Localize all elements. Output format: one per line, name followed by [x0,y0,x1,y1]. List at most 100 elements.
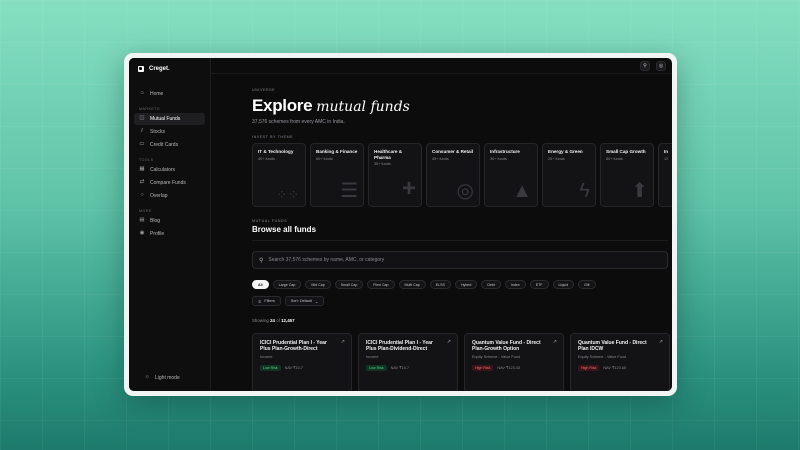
fund-card[interactable]: ↗ ICICI Prudential Plan I - Year Plus Pl… [358,333,458,391]
fund-category: Equity Scheme - Value Fund [472,354,521,359]
sidebar-item-profile[interactable]: ◉ Profile [134,228,205,240]
sort-label: Sort: Default [290,299,312,303]
fund-meta: Low Risk NAV ₹10.7 [366,364,450,371]
theme-name: Energy & Green [548,149,583,154]
list-tools: ⚟ Filters Sort: Default ⌄ [252,296,672,306]
fund-meta: Low Risk NAV ₹10.7 [260,364,344,371]
chip-elss[interactable]: ELSS [429,280,451,289]
target-icon: ◎ [456,180,474,202]
page-subtitle: 37,576 schemes from every AMC in India. [252,119,345,125]
theme-count: 40+ funds [258,156,275,161]
document-icon: ▤ [139,217,145,224]
theme-name: IT & Technology [258,149,294,154]
topbar: ⚲ ◎ [211,58,672,74]
search-button[interactable]: ⚲ [640,60,650,71]
compare-icon: ⇄ [139,179,145,186]
theme-card-partial[interactable]: In 12 [658,143,672,207]
sidebar: Creget. ⌂ Home MARKETS ◫ Mutual Funds ⫽ … [129,58,211,391]
logo-icon [138,66,144,72]
fund-card[interactable]: ↗ ICICI Prudential Plan I - Year Plus Pl… [252,333,352,391]
fund-meta: High Risk NAV ₹123.65 [578,364,662,371]
card-icon: ▭ [139,141,145,148]
chip-etf[interactable]: ETF [529,280,549,289]
fund-nav: NAV ₹123.65 [603,366,626,370]
sidebar-item-label: Stocks [150,129,166,135]
light-mode-label: Light mode [155,375,180,381]
sidebar-item-home[interactable]: ⌂ Home [134,88,205,100]
search-icon: ⚲ [259,257,264,264]
theme-count: 80+ funds [606,156,623,161]
sidebar-item-blog[interactable]: ▤ Blog [134,215,205,227]
theme-card[interactable]: Small Cap Growth 80+ funds ⬆ [600,143,654,207]
sidebar-section-markets: MARKETS [139,107,160,111]
external-arrow-icon: ↗ [340,339,345,345]
theme-name: In [664,149,669,154]
browse-title: Browse all funds [252,225,317,234]
fund-name: ICICI Prudential Plan I - Year Plus Plan… [366,340,433,353]
light-mode-toggle[interactable]: ☼ Light mode [139,372,185,384]
sidebar-item-credit-cards[interactable]: ▭ Credit Cards [134,139,205,151]
sidebar-item-label: Home [150,91,164,97]
theme-card[interactable]: Energy & Green 25+ funds ϟ [542,143,596,207]
grid-dots-icon: ⁘⁘ [276,187,300,202]
main-panel: ⚲ ◎ UNIVERSE Explore mutual funds 37,576… [211,58,672,391]
sidebar-item-label: Compare Funds [150,180,186,186]
search-icon: ⚲ [643,62,647,69]
chip-small-cap[interactable]: Small Cap [334,280,364,289]
chip-flexi-cap[interactable]: Flexi Cap [367,280,395,289]
overlap-icon: ○ [140,192,144,199]
sidebar-item-label: Calculators [150,167,176,173]
themes-label: INVEST BY THEME [252,135,294,139]
bolt-icon: ϟ [579,180,590,202]
chip-multi-cap[interactable]: Multi Cap [398,280,426,289]
arrow-up-icon: ⬆ [631,180,648,202]
fund-meta: High Risk NAV ₹123.43 [472,364,556,371]
theme-card[interactable]: Infrastructure 30+ funds ▲ [484,143,538,207]
hero-eyebrow: UNIVERSE [252,88,276,92]
filters-button[interactable]: ⚟ Filters [252,296,281,306]
settings-button[interactable]: ◎ [656,60,666,71]
sidebar-item-label: Mutual Funds [150,116,181,122]
sidebar-item-mutual-funds[interactable]: ◫ Mutual Funds [134,113,205,125]
chip-index[interactable]: Index [504,280,526,289]
theme-count: 35+ funds [374,162,391,166]
category-chips: All Large Cap Mid Cap Small Cap Flexi Ca… [252,280,672,289]
showing-total: 12,457 [281,318,295,323]
home-icon: ⌂ [140,90,144,97]
sidebar-section-more: MORE [139,209,152,213]
fund-name: ICICI Prudential Plan I - Year Plus Plan… [260,340,327,353]
fund-search[interactable]: ⚲ [252,251,668,269]
chip-liquid[interactable]: Liquid [552,280,575,289]
brand[interactable]: Creget. [129,58,210,80]
chip-gilt[interactable]: Gilt [578,280,596,289]
sidebar-item-compare-funds[interactable]: ⇄ Compare Funds [134,177,205,189]
sidebar-item-label: Credit Cards [150,142,179,148]
chip-mid-cap[interactable]: Mid Cap [305,280,331,289]
sidebar-item-stocks[interactable]: ⫽ Stocks [134,126,205,138]
list-lines-icon: ☰ [340,180,358,202]
theme-count: 60+ funds [316,156,333,161]
page-title-italic: mutual funds [316,99,410,115]
chip-debt[interactable]: Debt [481,280,501,289]
calculator-icon: ▦ [139,166,145,173]
search-input[interactable] [268,257,661,263]
chevron-down-icon: ⌄ [314,299,319,304]
chip-all[interactable]: All [252,280,269,289]
chip-hybrid[interactable]: Hybrid [454,280,478,289]
theme-card[interactable]: Healthcare & Pharma 35+ funds + [368,143,422,207]
external-arrow-icon: ↗ [552,339,557,345]
theme-card[interactable]: IT & Technology 40+ funds ⁘⁘ [252,143,306,207]
chip-large-cap[interactable]: Large Cap [272,280,302,289]
sidebar-item-overlap[interactable]: ○ Overlap [134,190,205,202]
theme-count: 45+ funds [432,156,449,161]
risk-badge: Low Risk [260,364,281,371]
sidebar-item-calculators[interactable]: ▦ Calculators [134,164,205,176]
theme-card[interactable]: Banking & Finance 60+ funds ☰ [310,143,364,207]
sidebar-section-tools: TOOLS [139,158,154,162]
sort-dropdown[interactable]: Sort: Default ⌄ [284,296,325,306]
sidebar-item-label: Blog [150,218,161,224]
fund-card[interactable]: ↗ Quantum Value Fund - Direct Plan-Growt… [464,333,564,391]
fund-card[interactable]: ↗ Quantum Value Fund - Direct Plan IDCW … [570,333,670,391]
theme-card[interactable]: Consumer & Retail 45+ funds ◎ [426,143,480,207]
chart-icon: ⫽ [140,128,144,135]
